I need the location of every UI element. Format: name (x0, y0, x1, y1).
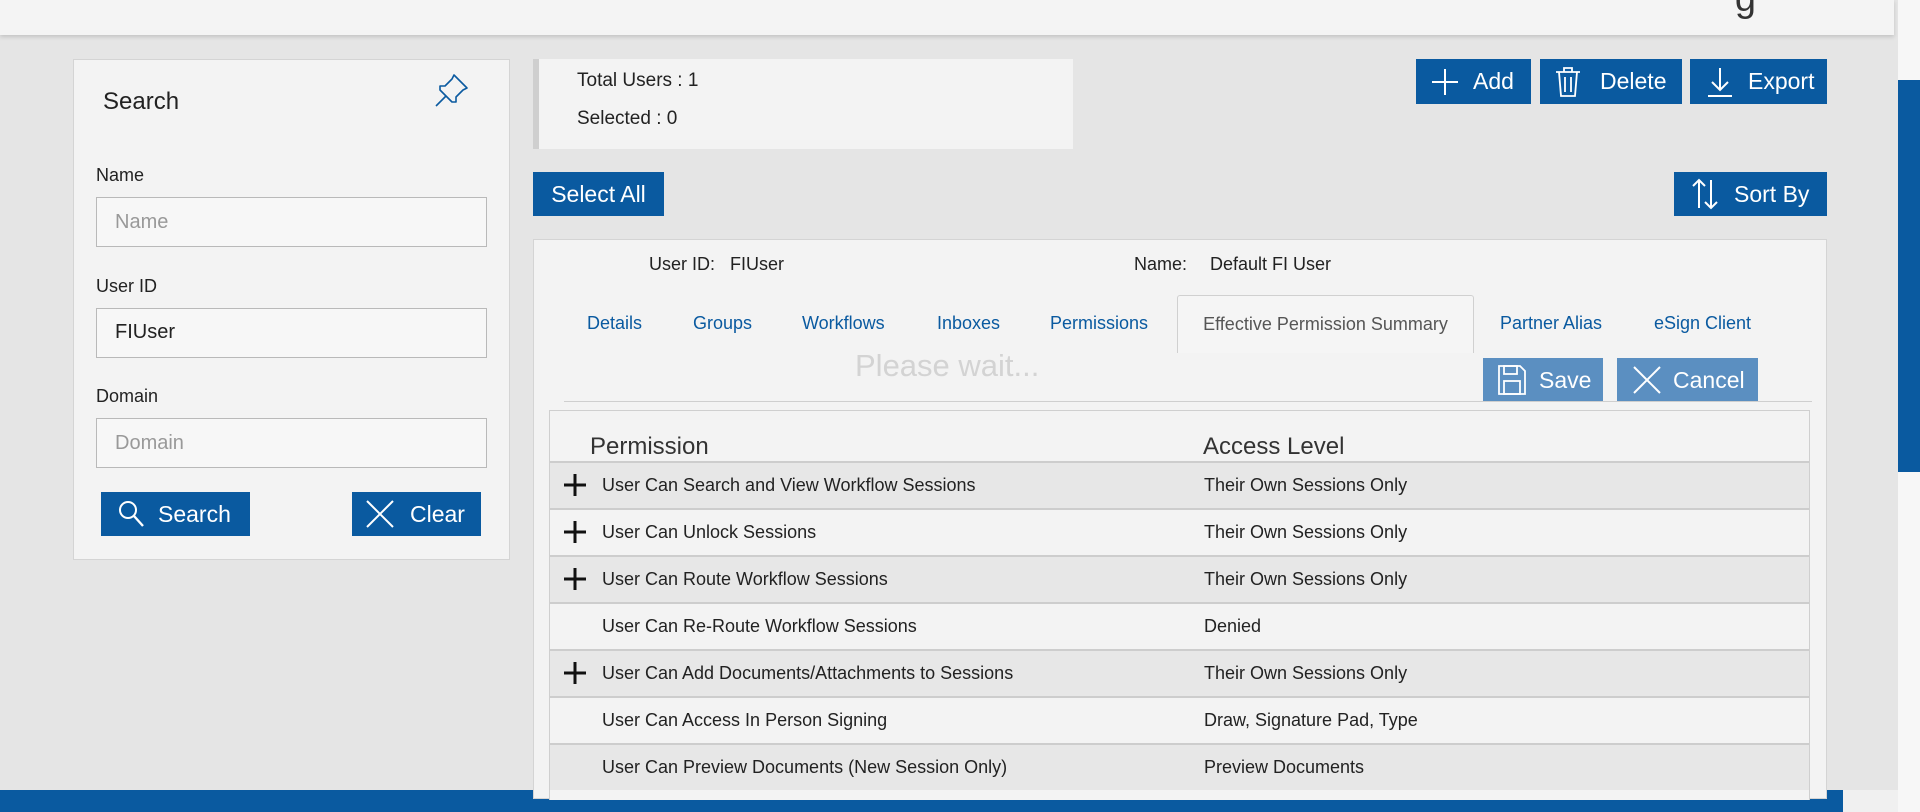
select-all-label: Select All (551, 180, 646, 207)
add-button-label: Add (1473, 68, 1514, 94)
table-row[interactable]: User Can Preview Documents (New Session … (550, 743, 1809, 790)
tab-partner-alias[interactable]: Partner Alias (1500, 313, 1602, 334)
tab-content-divider (564, 401, 1812, 402)
loading-message: Please wait... (855, 348, 1040, 383)
access-level: Draw, Signature Pad, Type (1204, 710, 1418, 730)
userid-label: User ID (96, 276, 158, 296)
permission-name: User Can Search and View Workflow Sessio… (602, 475, 976, 495)
tab-permissions[interactable]: Permissions (1050, 313, 1148, 334)
domain-label: Domain (96, 386, 159, 406)
select-all-button[interactable]: Select All (533, 172, 664, 216)
selected-count: Selected : 0 (577, 108, 678, 129)
cancel-button-label: Cancel (1673, 366, 1745, 393)
add-button[interactable]: Add (1416, 59, 1531, 104)
access-level: Their Own Sessions Only (1204, 475, 1408, 495)
save-button-label: Save (1539, 366, 1592, 393)
name-input[interactable] (96, 197, 487, 247)
table-row[interactable]: User Can Route Workflow Sessions Their O… (550, 555, 1809, 602)
userid-field-value: FIUser (730, 254, 784, 274)
clear-button-label: Clear (410, 500, 465, 527)
expand-plus-icon[interactable] (562, 519, 588, 545)
save-button[interactable]: Save (1483, 358, 1603, 402)
plus-icon (1432, 68, 1458, 95)
permission-name: User Can Unlock Sessions (602, 522, 817, 542)
userid-field-label: User ID: (649, 254, 716, 274)
permission-name: User Can Re-Route Workflow Sessions (602, 616, 917, 636)
close-icon (1633, 366, 1661, 394)
total-users-count: Total Users : 1 (577, 70, 699, 91)
sort-icon (1692, 178, 1718, 210)
tab-effective-permission-summary[interactable]: Effective Permission Summary (1177, 295, 1474, 353)
column-header-permission: Permission (590, 433, 709, 460)
permission-name: User Can Access In Person Signing (602, 710, 888, 730)
sort-by-label: Sort By (1734, 180, 1810, 207)
user-detail-card: User ID: FIUser Name: Default FI User De… (533, 239, 1827, 800)
page-scrollbar-thumb[interactable] (1898, 80, 1920, 472)
access-level: Their Own Sessions Only (1204, 663, 1408, 683)
access-level: Preview Documents (1204, 757, 1365, 777)
export-button[interactable]: Export (1690, 59, 1827, 104)
search-panel-title: Search (103, 88, 180, 115)
access-level: Their Own Sessions Only (1204, 569, 1408, 589)
footer-corner (1843, 790, 1898, 812)
table-row[interactable]: User Can Search and View Workflow Sessio… (550, 461, 1809, 508)
userid-input[interactable]: FIUser (96, 308, 487, 358)
tab-workflows[interactable]: Workflows (802, 313, 885, 334)
name-field-value: Default FI User (1210, 254, 1332, 274)
search-button[interactable]: Search (101, 492, 250, 536)
trash-icon (1556, 66, 1580, 97)
table-row[interactable]: User Can Add Documents/Attachments to Se… (550, 649, 1809, 696)
expand-plus-icon[interactable] (562, 566, 588, 592)
tab-groups[interactable]: Groups (693, 313, 752, 334)
domain-input[interactable] (96, 418, 487, 468)
tab-esign-client[interactable]: eSign Client (1654, 313, 1751, 334)
tab-inboxes[interactable]: Inboxes (937, 313, 1000, 334)
expand-plus-icon[interactable] (562, 472, 588, 498)
access-level: Their Own Sessions Only (1204, 522, 1408, 542)
header-clipped-glyph: g (1735, 0, 1756, 21)
table-row[interactable]: User Can Access In Person Signing Draw, … (550, 696, 1809, 743)
access-level: Denied (1204, 616, 1262, 636)
name-label: Name (96, 165, 145, 185)
close-icon (366, 500, 394, 528)
delete-button[interactable]: Delete (1540, 59, 1682, 104)
permission-name: User Can Add Documents/Attachments to Se… (602, 663, 1014, 683)
search-icon (119, 501, 144, 527)
permission-table: Permission Access Level User Can Search … (549, 410, 1810, 800)
top-header-bar: g (0, 0, 1894, 35)
cancel-button[interactable]: Cancel (1617, 358, 1758, 402)
user-counts-box: Total Users : 1 Selected : 0 (533, 59, 1073, 149)
column-header-access-level: Access Level (1203, 433, 1345, 460)
search-panel: Search Name User ID FIUser Domain Search… (73, 59, 510, 560)
export-button-label: Export (1748, 68, 1815, 94)
tab-details[interactable]: Details (587, 313, 642, 334)
name-field-label: Name: (1134, 254, 1188, 274)
permission-name: User Can Route Workflow Sessions (602, 569, 888, 589)
permission-name: User Can Preview Documents (New Session … (602, 757, 1008, 777)
sort-by-button[interactable]: Sort By (1674, 172, 1827, 216)
table-row[interactable]: User Can Re-Route Workflow Sessions Deni… (550, 602, 1809, 649)
pin-icon[interactable] (432, 70, 472, 110)
delete-button-label: Delete (1600, 68, 1667, 94)
save-icon (1498, 365, 1526, 395)
download-icon (1708, 67, 1732, 97)
search-button-label: Search (158, 500, 231, 527)
expand-plus-icon[interactable] (562, 660, 588, 686)
clear-button[interactable]: Clear (352, 492, 481, 536)
table-row[interactable]: User Can Unlock Sessions Their Own Sessi… (550, 508, 1809, 555)
